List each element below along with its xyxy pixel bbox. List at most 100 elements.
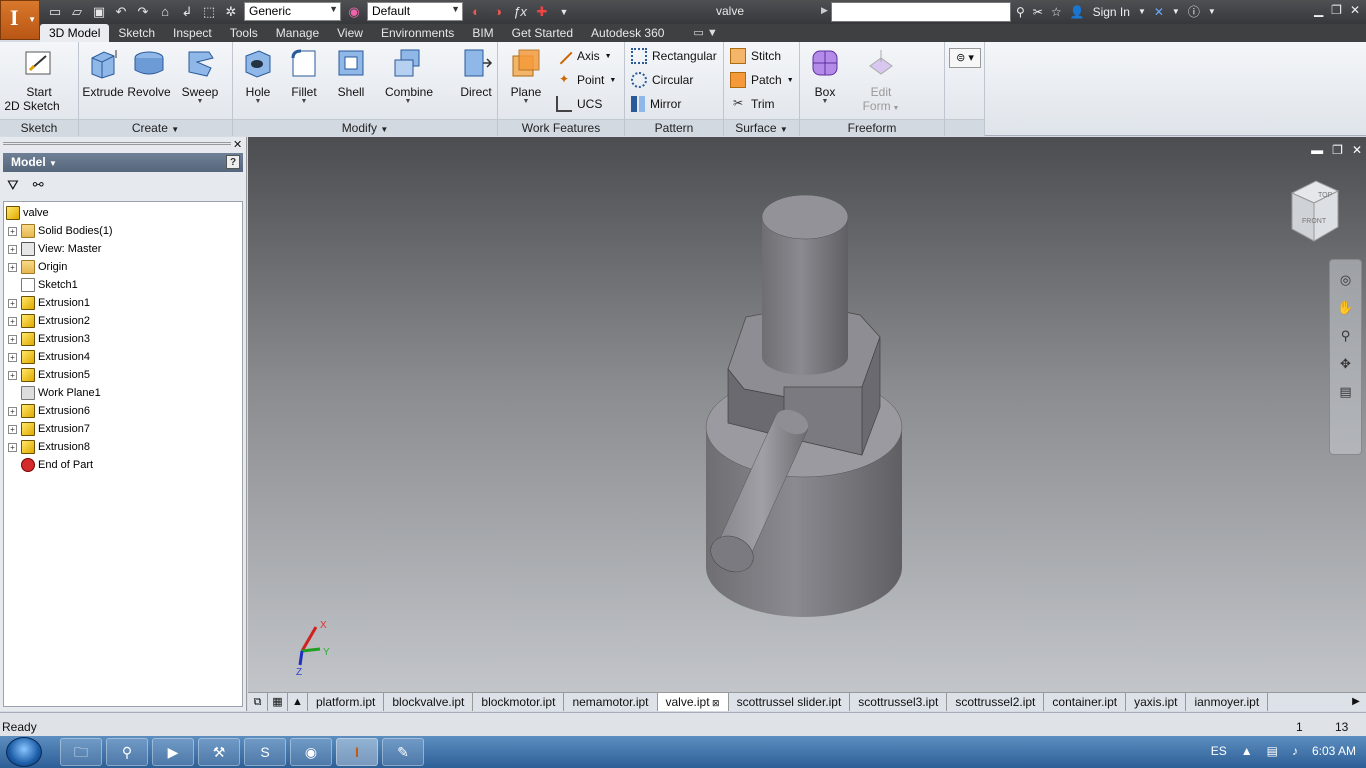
- select-icon[interactable]: ⬚: [200, 3, 218, 21]
- tab-autodesk-360[interactable]: Autodesk 360: [582, 24, 673, 42]
- tree-node[interactable]: Work Plane1: [8, 384, 101, 402]
- document-tab[interactable]: scottrussel3.ipt: [850, 693, 948, 711]
- tree-node[interactable]: + Extrusion4: [8, 348, 90, 366]
- tree-node[interactable]: + Extrusion1: [8, 294, 90, 312]
- expand-icon[interactable]: +: [8, 316, 17, 326]
- expand-icon[interactable]: +: [8, 406, 17, 416]
- help-icon[interactable]: ⓘ: [1188, 3, 1200, 20]
- ribbon-toggle-icon[interactable]: ▭ ▼: [673, 24, 717, 42]
- panel-options-button[interactable]: ⊜ ▾: [949, 48, 981, 68]
- chevron-down-icon[interactable]: ▼: [1138, 7, 1146, 16]
- valve-3d-model[interactable]: [248, 137, 1366, 692]
- media-icon[interactable]: ▶: [152, 738, 194, 766]
- look-at-icon[interactable]: ▤: [1330, 384, 1361, 400]
- expand-icon[interactable]: +: [8, 370, 17, 380]
- tree-node[interactable]: + Extrusion8: [8, 438, 90, 456]
- tab-tools[interactable]: Tools: [221, 24, 267, 42]
- tree-node[interactable]: valve: [6, 204, 49, 222]
- home-icon[interactable]: ⌂: [156, 3, 174, 21]
- tab-view[interactable]: View: [328, 24, 372, 42]
- appearance-combo[interactable]: Default ▼: [367, 2, 463, 21]
- expand-icon[interactable]: +: [8, 442, 17, 452]
- document-tab[interactable]: yaxis.ipt: [1126, 693, 1187, 711]
- tools-icon[interactable]: ⚒: [198, 738, 240, 766]
- pan-icon[interactable]: ✋: [1330, 300, 1361, 316]
- document-tab[interactable]: blockmotor.ipt: [473, 693, 565, 711]
- circular-pattern-button[interactable]: Circular: [631, 70, 693, 90]
- network-icon[interactable]: ▤: [1267, 744, 1278, 758]
- tree-node[interactable]: + Extrusion3: [8, 330, 90, 348]
- open-icon[interactable]: ▱: [68, 3, 86, 21]
- application-menu-button[interactable]: I ▼: [0, 0, 40, 40]
- ucs-button[interactable]: UCS: [556, 94, 602, 114]
- fillet-button[interactable]: Fillet ▼: [281, 46, 327, 105]
- tree-node[interactable]: + Extrusion7: [8, 420, 90, 438]
- tab-sketch[interactable]: Sketch: [109, 24, 164, 42]
- tree-node[interactable]: + Origin: [8, 258, 67, 276]
- combine-button[interactable]: Combine ▼: [385, 46, 433, 105]
- stitch-button[interactable]: Stitch: [730, 46, 781, 66]
- language-indicator[interactable]: ES: [1211, 744, 1227, 758]
- chevron-right-icon[interactable]: ▶: [1346, 693, 1366, 711]
- viewcube[interactable]: FRONT TOP: [1284, 177, 1344, 245]
- close-icon[interactable]: ✕: [1350, 3, 1360, 17]
- close-icon[interactable]: ⊠: [710, 698, 720, 708]
- help-search-input[interactable]: [831, 2, 1011, 22]
- subscription-icon[interactable]: ✂: [1033, 5, 1043, 19]
- group-title-create[interactable]: Create ▼: [79, 119, 232, 136]
- edit-form-button[interactable]: Edit Form ▼: [858, 46, 904, 113]
- help-icon[interactable]: ?: [226, 155, 240, 169]
- document-tab[interactable]: valve.ipt ⊠: [657, 693, 729, 711]
- return-icon[interactable]: ↲: [178, 3, 196, 21]
- tab-bim[interactable]: BIM: [463, 24, 502, 42]
- expand-icon[interactable]: +: [8, 244, 17, 254]
- save-icon[interactable]: ▣: [90, 3, 108, 21]
- group-title-surface[interactable]: Surface ▼: [724, 119, 799, 136]
- tab-get-started[interactable]: Get Started: [503, 24, 582, 42]
- rectangular-pattern-button[interactable]: Rectangular: [631, 46, 717, 66]
- plane-button[interactable]: Plane ▼: [503, 46, 549, 105]
- close-icon[interactable]: ✕: [233, 138, 242, 151]
- customize-icon[interactable]: ▼: [555, 3, 573, 21]
- tree-node[interactable]: + Extrusion5: [8, 366, 90, 384]
- chevron-down-icon[interactable]: ▼: [1208, 7, 1216, 16]
- shell-button[interactable]: Shell: [328, 46, 374, 99]
- chevron-up-icon[interactable]: ▲: [288, 693, 308, 711]
- restore-icon[interactable]: ❐: [1331, 3, 1342, 17]
- show-hidden-icons-icon[interactable]: ▲: [1241, 744, 1253, 758]
- browser-grip[interactable]: [3, 142, 231, 145]
- chevron-right-icon[interactable]: ▶: [821, 5, 828, 16]
- skype-icon[interactable]: S: [244, 738, 286, 766]
- clear-appearance-icon[interactable]: ◐: [467, 3, 485, 21]
- document-tab[interactable]: scottrussel2.ipt: [947, 693, 1045, 711]
- trim-button[interactable]: ✂ Trim: [730, 94, 775, 114]
- filter-icon[interactable]: ⛛: [7, 177, 19, 194]
- extrude-button[interactable]: Extrude: [80, 46, 126, 99]
- group-title-modify[interactable]: Modify ▼: [233, 119, 497, 136]
- signin-link[interactable]: Sign In: [1093, 5, 1130, 19]
- mirror-button[interactable]: Mirror: [631, 94, 681, 114]
- measure-icon[interactable]: ✚: [533, 3, 551, 21]
- firefox-icon[interactable]: ◉: [290, 738, 332, 766]
- tab-inspect[interactable]: Inspect: [164, 24, 221, 42]
- point-button[interactable]: ✦ Point ▼: [556, 70, 616, 90]
- expand-icon[interactable]: +: [8, 298, 17, 308]
- document-tab[interactable]: platform.ipt: [308, 693, 385, 711]
- adjust-icon[interactable]: ◑: [489, 3, 507, 21]
- fx-icon[interactable]: ƒx: [511, 3, 529, 21]
- expand-icon[interactable]: +: [8, 334, 17, 344]
- new-icon[interactable]: ▭: [46, 3, 64, 21]
- chevron-down-icon[interactable]: ▼: [1172, 7, 1180, 16]
- start-2d-sketch-button[interactable]: Start 2D Sketch: [4, 46, 62, 113]
- user-icon[interactable]: 👤: [1070, 5, 1085, 19]
- appearance-icon[interactable]: ◉: [345, 3, 363, 21]
- document-tab[interactable]: blockvalve.ipt: [384, 693, 474, 711]
- expand-icon[interactable]: +: [8, 352, 17, 362]
- expand-icon[interactable]: +: [8, 226, 17, 236]
- explorer-icon[interactable]: 🗀: [60, 738, 102, 766]
- minimize-icon[interactable]: ▁: [1314, 3, 1323, 17]
- search-icon[interactable]: ⚲: [1016, 5, 1025, 19]
- settings-icon[interactable]: ✲: [222, 3, 240, 21]
- sweep-button[interactable]: Sweep ▼: [177, 46, 223, 105]
- document-tab[interactable]: ianmoyer.ipt: [1186, 693, 1269, 711]
